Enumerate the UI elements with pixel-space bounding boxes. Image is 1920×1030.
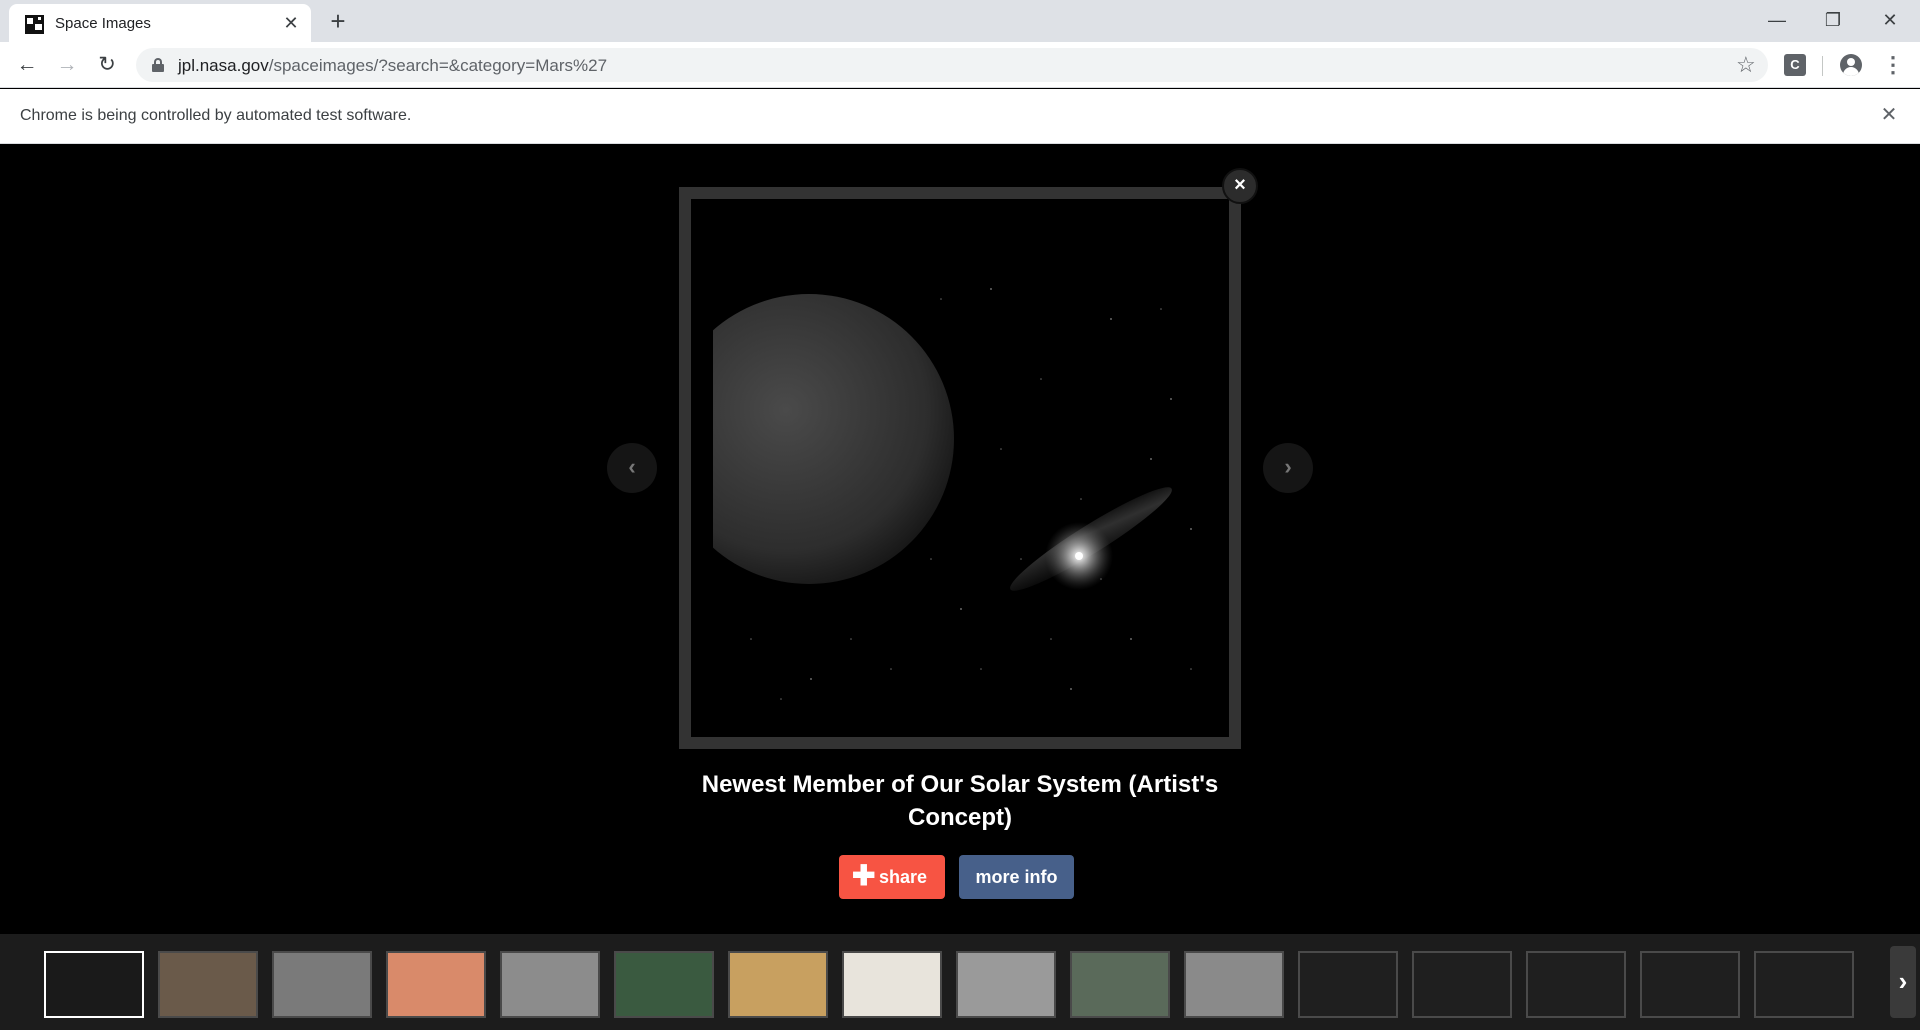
thumbnail-strip: › [0, 934, 1920, 1030]
thumbnail-crater-terrain[interactable] [956, 951, 1056, 1018]
thumbnail-empty-1[interactable] [1298, 951, 1398, 1018]
next-image-arrow-icon[interactable]: › [1263, 443, 1313, 493]
browser-menu-icon[interactable]: ⋮ [1882, 51, 1904, 79]
lightbox-close-button[interactable]: × [1222, 168, 1258, 204]
tab-title: Space Images [55, 15, 151, 32]
thumbnail-continent-map[interactable] [842, 951, 942, 1018]
browser-tab[interactable]: Space Images ✕ [9, 4, 311, 42]
back-arrow-icon[interactable]: ← [13, 51, 41, 79]
browser-toolbar: ← → ↻ jpl.nasa.gov/spaceimages/?search=&… [0, 42, 1920, 88]
image-frame [679, 187, 1241, 749]
thumbnail-planet-artist-concept[interactable] [44, 951, 144, 1018]
forward-arrow-icon[interactable]: → [53, 51, 81, 79]
new-tab-button[interactable]: + [326, 8, 350, 34]
extension-icon[interactable]: C [1784, 54, 1806, 76]
reload-icon[interactable]: ↻ [93, 51, 121, 79]
bookmark-star-icon[interactable]: ☆ [1736, 52, 1756, 78]
thumbnail-gray-terrain[interactable] [272, 951, 372, 1018]
address-bar[interactable]: jpl.nasa.gov/spaceimages/?search=&catego… [136, 48, 1768, 82]
lock-icon[interactable] [152, 58, 164, 72]
lightbox-overlay: × ‹ › Newest Member of Our Solar System … [0, 144, 1920, 1030]
thumbnail-lab-scene[interactable] [158, 951, 258, 1018]
planet-artwork [713, 288, 1192, 700]
thumbnail-empty-2[interactable] [1412, 951, 1512, 1018]
thumbnail-empty-3[interactable] [1526, 951, 1626, 1018]
window-close-icon[interactable]: ✕ [1870, 6, 1910, 34]
thumbnail-gray-strip[interactable] [1184, 951, 1284, 1018]
infobar-message: Chrome is being controlled by automated … [20, 107, 412, 124]
thumbnail-next-arrow-icon[interactable]: › [1890, 946, 1916, 1018]
tab-close-icon[interactable]: ✕ [281, 13, 301, 33]
thumbnail-green-map[interactable] [614, 951, 714, 1018]
restore-icon[interactable]: ❐ [1813, 6, 1853, 34]
toolbar-divider [1822, 56, 1823, 76]
minimize-icon[interactable]: — [1757, 6, 1797, 34]
url-path: /spaceimages/?search=&category=Mars%27 [268, 56, 608, 75]
thumbnail-orange-surface[interactable] [386, 951, 486, 1018]
thumbnail-empty-4[interactable] [1640, 951, 1740, 1018]
share-label: share [879, 867, 928, 887]
more-info-button[interactable]: more info [959, 855, 1074, 899]
url-text[interactable]: jpl.nasa.gov/spaceimages/?search=&catego… [178, 56, 607, 76]
thumbnail-empty-5[interactable] [1754, 951, 1854, 1018]
infobar-close-icon[interactable]: ✕ [1877, 103, 1901, 127]
plus-icon: ✚ [852, 860, 876, 891]
nasa-favicon-icon [25, 15, 44, 34]
thumbnail-satellite-view[interactable] [1070, 951, 1170, 1018]
share-button[interactable]: ✚ share [839, 855, 945, 899]
featured-image [691, 199, 1229, 737]
previous-image-arrow-icon[interactable]: ‹ [607, 443, 657, 493]
automation-infobar: Chrome is being controlled by automated … [0, 89, 1920, 144]
tab-strip: Space Images ✕ + — ❐ ✕ [0, 0, 1920, 42]
thumbnail-thermal-map[interactable] [728, 951, 828, 1018]
thumbnail-gray-terrain-2[interactable] [500, 951, 600, 1018]
profile-avatar-icon[interactable] [1840, 54, 1862, 76]
image-title: Newest Member of Our Solar System (Artis… [701, 771, 1219, 831]
url-host: jpl.nasa.gov [178, 56, 269, 75]
